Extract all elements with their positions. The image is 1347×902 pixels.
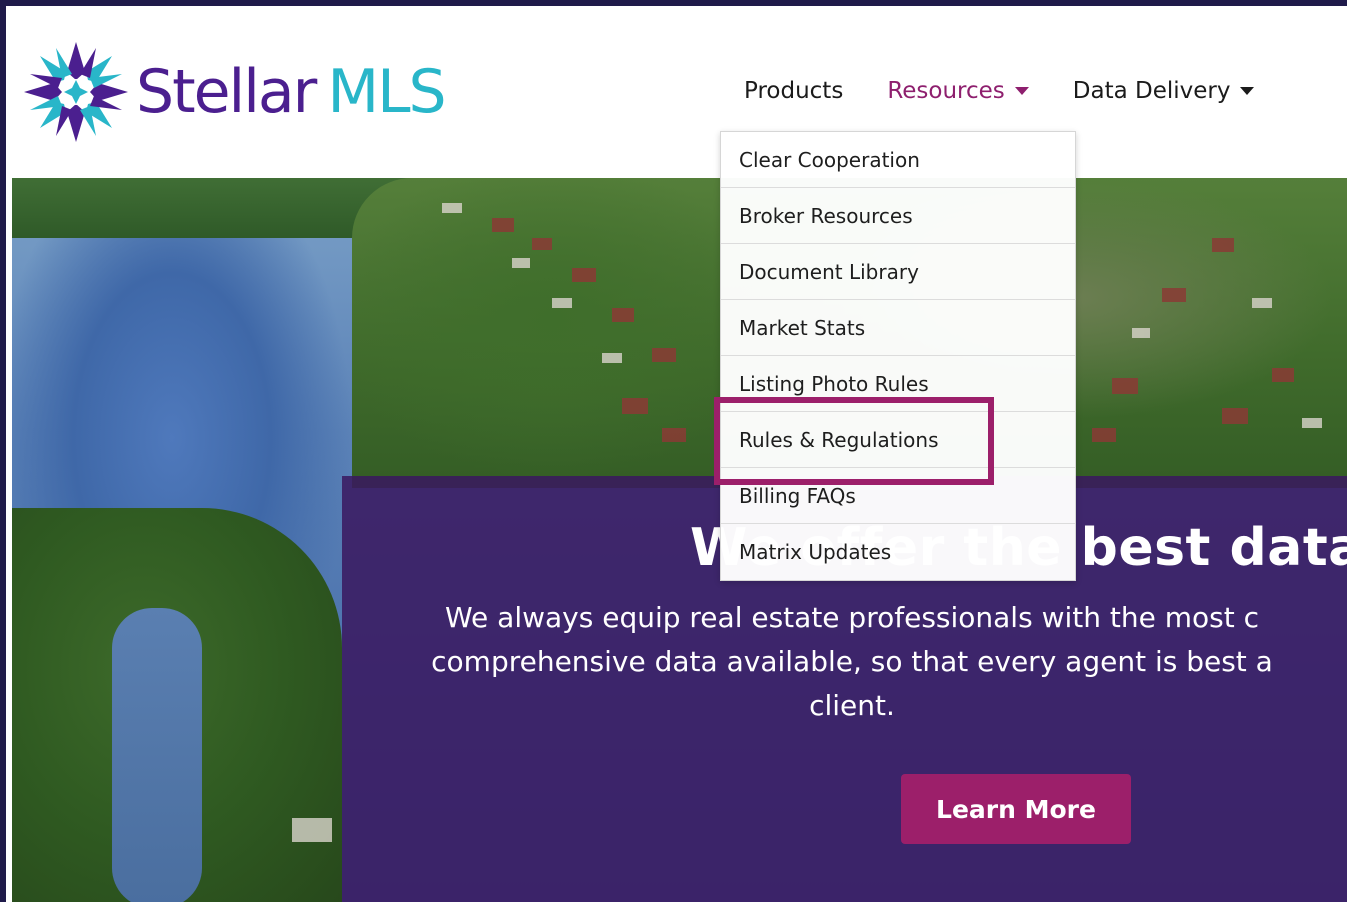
nav-products-label: Products [744,78,844,104]
menu-item-billing-faqs[interactable]: Billing FAQs [721,468,1075,524]
learn-more-button[interactable]: Learn More [901,774,1131,844]
hero-subtext-line: We always equip real estate professional… [444,601,1259,634]
nav-resources[interactable]: Resources [887,78,1029,104]
nav-data-delivery-label: Data Delivery [1072,78,1231,104]
hero-subtext: We always equip real estate professional… [352,596,1347,728]
star-burst-icon [24,42,128,142]
menu-item-document-library[interactable]: Document Library [721,244,1075,300]
stellar-mls-logo[interactable]: Stellar MLS [24,42,447,142]
browser-viewport: Stellar MLS Products Resources Data Deli… [0,0,1347,902]
menu-item-clear-cooperation[interactable]: Clear Cooperation [721,132,1075,188]
hero-section: We offer the best data. We always equip … [12,178,1347,902]
hero-subtext-line: comprehensive data available, so that ev… [431,645,1273,678]
logo-wordmark: Stellar MLS [136,57,447,127]
logo-text-stellar: Stellar [136,57,317,127]
menu-item-matrix-updates[interactable]: Matrix Updates [721,524,1075,580]
main-nav: Products Resources Data Delivery [744,78,1298,104]
hero-subtext-line: client. [809,689,895,722]
menu-item-listing-photo-rules[interactable]: Listing Photo Rules [721,356,1075,412]
resources-dropdown-menu: Clear Cooperation Broker Resources Docum… [720,131,1076,581]
hero-background-river [112,608,202,902]
nav-data-delivery[interactable]: Data Delivery [1073,78,1255,104]
nav-products[interactable]: Products [744,78,843,104]
menu-item-rules-regulations[interactable]: Rules & Regulations [721,412,1075,468]
logo-text-mls: MLS [327,57,446,127]
site-header: Stellar MLS Products Resources Data Deli… [6,6,1347,178]
caret-down-icon [1240,87,1255,95]
menu-item-broker-resources[interactable]: Broker Resources [721,188,1075,244]
caret-down-icon [1014,87,1029,95]
nav-resources-label: Resources [887,78,1005,104]
menu-item-market-stats[interactable]: Market Stats [721,300,1075,356]
